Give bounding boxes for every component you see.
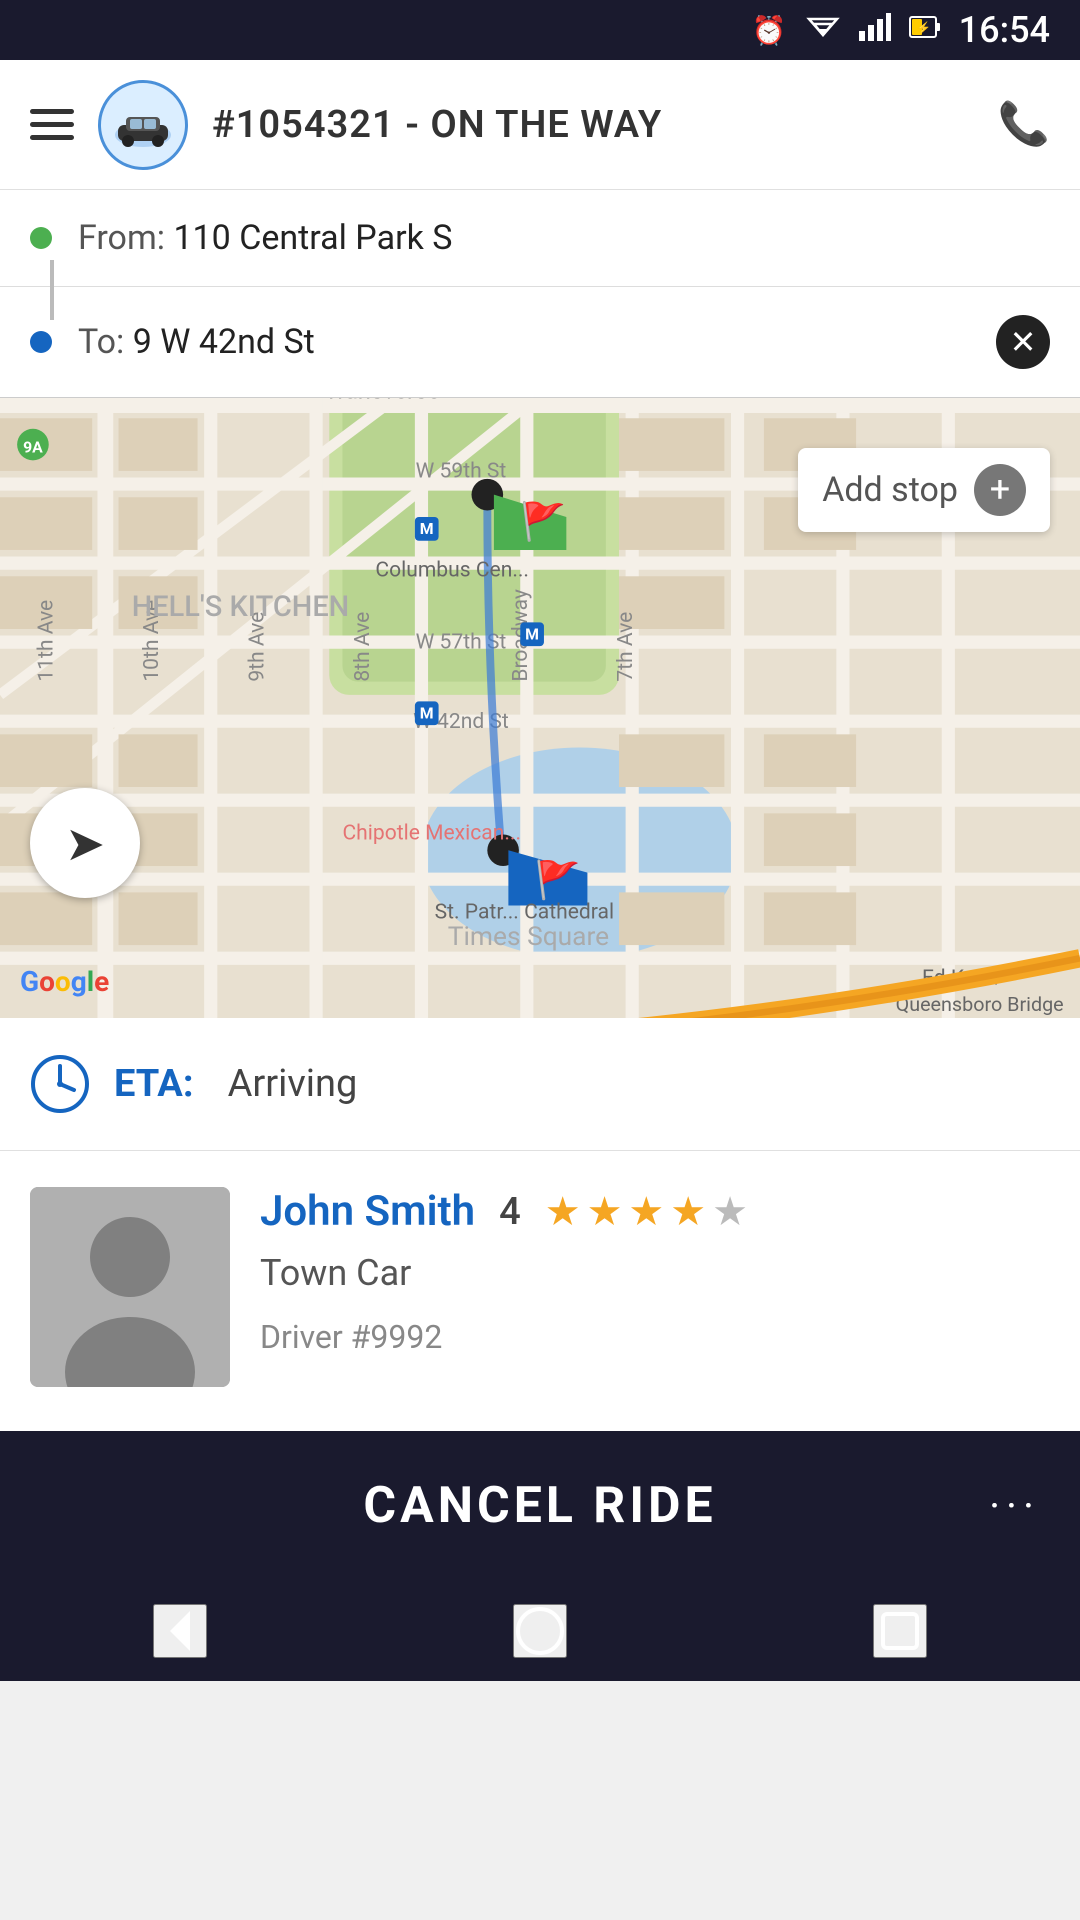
svg-text:Chipotle Mexican...: Chipotle Mexican... [342, 821, 521, 846]
battery-icon: ⚡ [909, 13, 941, 48]
driver-number: Driver #9992 [260, 1318, 1050, 1356]
star-5: ★ [712, 1188, 748, 1235]
svg-text:M: M [525, 625, 539, 644]
recents-button[interactable] [873, 1604, 927, 1658]
driver-section: John Smith 4 ★ ★ ★ ★ ★ Town Car Driver #… [0, 1151, 1080, 1431]
from-address-value: 110 Central Park S [173, 218, 452, 258]
close-icon: ✕ [1010, 326, 1037, 358]
from-dot [30, 227, 52, 249]
app-logo [98, 80, 188, 170]
svg-text:M: M [420, 519, 434, 538]
svg-text:🚩: 🚩 [535, 858, 581, 902]
from-row: From: 110 Central Park S [0, 190, 1080, 287]
driver-stars: ★ ★ ★ ★ ★ [545, 1188, 748, 1235]
route-panel: From: 110 Central Park S To: 9 W 42nd St… [0, 190, 1080, 398]
hamburger-menu[interactable] [30, 109, 74, 140]
from-address-text: From: 110 Central Park S [78, 218, 452, 258]
eta-label: ETA: [114, 1062, 194, 1106]
to-address-value: 9 W 42nd St [133, 322, 315, 362]
to-label: To: [78, 322, 124, 362]
clear-destination-button[interactable]: ✕ [996, 315, 1050, 369]
navigation-button[interactable]: ➤ [30, 788, 140, 898]
clock-icon [30, 1054, 90, 1114]
svg-text:M: M [420, 704, 434, 723]
driver-name: John Smith [260, 1187, 475, 1236]
star-3: ★ [628, 1188, 664, 1235]
bottom-navigation [0, 1581, 1080, 1681]
svg-text:Transverse: Transverse [324, 398, 440, 404]
app-header: #1054321 - ON THE WAY 📞 [0, 60, 1080, 190]
svg-text:Columbus Cen...: Columbus Cen... [375, 557, 529, 582]
driver-info: John Smith 4 ★ ★ ★ ★ ★ Town Car Driver #… [260, 1187, 1050, 1356]
driver-avatar [30, 1187, 230, 1387]
svg-text:7th Ave: 7th Ave [613, 612, 638, 682]
to-dot [30, 331, 52, 353]
star-1: ★ [545, 1188, 581, 1235]
status-time: 16:54 [959, 9, 1050, 51]
svg-text:8th Ave: 8th Ave [350, 612, 375, 682]
ride-title: #1054321 - ON THE WAY [212, 103, 974, 147]
to-address-text: To: 9 W 42nd St [78, 322, 315, 362]
svg-text:HELL'S KITCHEN: HELL'S KITCHEN [132, 590, 350, 624]
avatar-silhouette [30, 1187, 230, 1387]
home-button[interactable] [513, 1604, 567, 1658]
alarm-icon: ⏰ [752, 14, 787, 47]
map-area[interactable]: Transverse W 59th St W 57th St W 42nd St… [0, 398, 1080, 1018]
svg-text:11th Ave: 11th Ave [34, 600, 59, 682]
star-2: ★ [587, 1188, 623, 1235]
compass-icon: ➤ [65, 815, 105, 872]
svg-text:⚡: ⚡ [916, 21, 931, 35]
google-logo: Google [20, 965, 109, 998]
svg-text:W 59th St: W 59th St [416, 459, 507, 484]
phone-button[interactable]: 📞 [998, 100, 1050, 149]
driver-car-type: Town Car [260, 1252, 1050, 1294]
add-stop-icon: + [974, 464, 1026, 516]
driver-name-row: John Smith 4 ★ ★ ★ ★ ★ [260, 1187, 1050, 1236]
cancel-label: CANCEL RIDE [363, 1477, 716, 1535]
add-stop-label: Add stop [822, 470, 958, 510]
route-connector [50, 260, 54, 320]
driver-rating-number: 4 [499, 1190, 521, 1234]
from-label: From: [78, 218, 165, 258]
add-stop-button[interactable]: Add stop + [798, 448, 1050, 532]
cancel-ride-button[interactable]: CANCEL RIDE ··· [0, 1431, 1080, 1581]
more-options-icon[interactable]: ··· [989, 1482, 1040, 1531]
eta-section: ETA: Arriving [0, 1018, 1080, 1151]
svg-text:9A: 9A [23, 437, 43, 456]
svg-text:St. Patr... Cathedral: St. Patr... Cathedral [435, 900, 614, 925]
star-4: ★ [670, 1188, 706, 1235]
back-button[interactable] [153, 1604, 207, 1658]
eta-value: Arriving [228, 1062, 358, 1106]
status-icons: ⏰ ⚡ 16:54 [752, 9, 1050, 51]
status-bar: ⏰ ⚡ 16:54 [0, 0, 1080, 60]
wifi-icon [805, 13, 841, 48]
svg-text:🚩: 🚩 [520, 500, 566, 544]
to-row[interactable]: To: 9 W 42nd St ✕ [0, 287, 1080, 397]
signal-icon [859, 13, 891, 48]
svg-text:Times Square: Times Square [448, 922, 609, 952]
